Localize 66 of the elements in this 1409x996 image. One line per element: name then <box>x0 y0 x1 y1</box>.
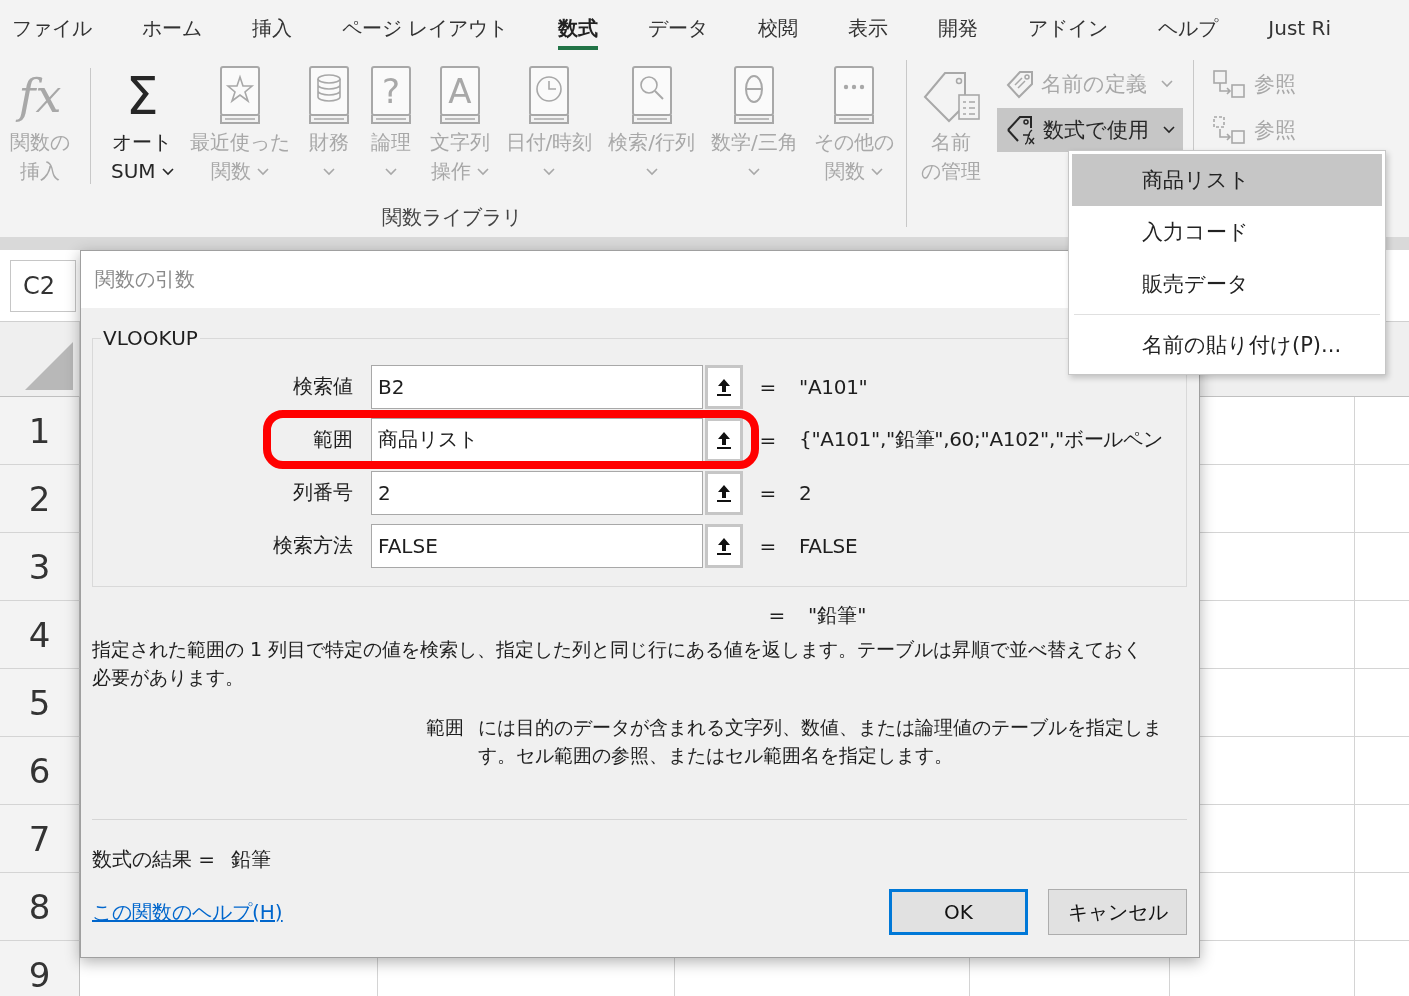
row-header[interactable]: 4 <box>0 601 80 669</box>
argument-name: 範囲 <box>425 715 464 740</box>
argument-label: 検索値 <box>292 373 354 400</box>
equals-sign: = <box>758 480 778 505</box>
result-value: 鉛筆 <box>231 846 272 873</box>
dialog-button[interactable]: キャンセル <box>1048 889 1187 935</box>
ribbon-tab[interactable]: Just Ri <box>1268 0 1331 50</box>
dialog-button[interactable]: OK <box>889 889 1028 935</box>
ribbon-command[interactable]: 数式で使用 <box>996 108 1183 152</box>
tag-function-icon <box>1004 114 1037 146</box>
trace-arrow-icon <box>1211 69 1248 99</box>
row-header[interactable]: 3 <box>0 533 80 601</box>
result-label: 数式の結果 = <box>92 846 216 873</box>
collapse-button[interactable] <box>705 417 743 462</box>
collapse-button[interactable] <box>705 364 743 409</box>
equals-sign: = <box>767 603 787 627</box>
argument-label: 検索方法 <box>272 532 354 559</box>
row-header[interactable]: 1 <box>0 397 80 465</box>
ribbon-tab[interactable]: ファイル <box>12 0 92 50</box>
name-box[interactable]: C2 <box>10 259 76 312</box>
argument-result: {"A101","鉛筆",60;"A102","ボールペン <box>798 426 1164 453</box>
argument-label: 列番号 <box>292 479 354 506</box>
group-label: 関数ライブラリ <box>380 204 523 231</box>
ribbon-tab[interactable]: データ <box>648 0 709 50</box>
ribbon-tab[interactable]: 数式 <box>558 0 599 50</box>
row-header[interactable]: 8 <box>0 873 80 941</box>
ribbon-tab[interactable]: ページ レイアウト <box>342 0 509 50</box>
argument-field[interactable]: FALSE <box>371 523 703 568</box>
menu-item[interactable]: 名前の貼り付け(P)... <box>1072 319 1382 371</box>
argument-field[interactable]: 2 <box>371 470 703 515</box>
argument-field[interactable]: 商品リスト <box>371 417 703 462</box>
row-header[interactable]: 2 <box>0 465 80 533</box>
menu-item[interactable]: 販売データ <box>1072 258 1382 310</box>
ribbon-tab[interactable]: 挿入 <box>252 0 292 50</box>
argument-field[interactable]: B2 <box>371 364 703 409</box>
sigma-icon: Σ <box>125 66 159 126</box>
result-preview: "鉛筆" <box>807 601 868 629</box>
collapse-button[interactable] <box>705 523 743 568</box>
ribbon-command[interactable]: Σ オート SUM <box>109 60 176 190</box>
equals-sign: = <box>758 533 778 558</box>
equals-sign: = <box>758 374 778 399</box>
help-link[interactable]: この関数のヘルプ(H) <box>92 898 283 926</box>
equals-sign: = <box>758 427 778 452</box>
ribbon-tab[interactable]: 表示 <box>848 0 889 50</box>
argument-result: "A101" <box>798 374 869 399</box>
row-header[interactable]: 9 <box>0 941 80 996</box>
argument-description: には目的のデータが含まれる文字列、数値、または論理値のテーブルを指定します。セル範囲の参照、またはセル範囲名を指定します。 <box>478 715 1163 768</box>
collapse-button[interactable] <box>705 470 743 515</box>
ribbon-tab[interactable]: 校閲 <box>758 0 799 50</box>
argument-result: FALSE <box>798 533 859 558</box>
row-header[interactable]: 7 <box>0 805 80 873</box>
ribbon-tab[interactable]: 開発 <box>938 0 979 50</box>
ribbon-tab[interactable]: ホーム <box>142 0 202 50</box>
dialog-title: 関数の引数 <box>95 266 195 293</box>
argument-label: 範囲 <box>312 426 354 453</box>
ribbon-tab[interactable]: アドイン <box>1028 0 1109 50</box>
function-name: VLOOKUP <box>102 326 199 350</box>
menu-item[interactable]: 入力コード <box>1072 206 1382 258</box>
tag-icon <box>1004 69 1035 99</box>
function-description: 指定された範囲の 1 列目で特定の値を検索し、指定した列と同じ行にある値を返します。テーブルは昇順で並べ替えておく必要があります。 <box>92 637 1144 690</box>
trace-arrow-icon <box>1211 115 1248 145</box>
menu-item[interactable]: 商品リスト <box>1072 154 1382 206</box>
row-header[interactable]: 6 <box>0 737 80 805</box>
argument-result: 2 <box>798 480 813 505</box>
ribbon-tab[interactable]: ヘルプ <box>1158 0 1219 50</box>
row-header[interactable]: 5 <box>0 669 80 737</box>
